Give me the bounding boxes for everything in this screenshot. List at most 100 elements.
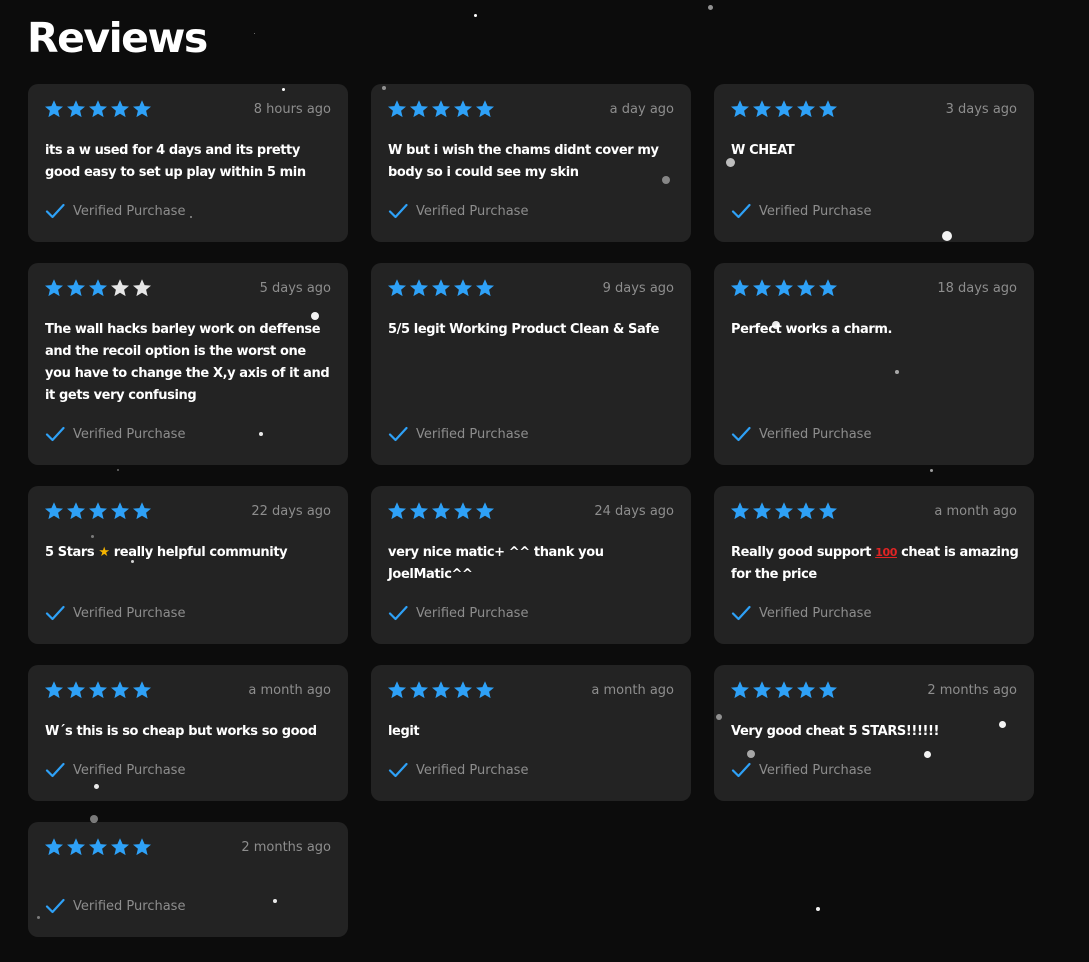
star-filled-icon: [797, 502, 815, 520]
star-rating: [730, 99, 838, 119]
star-filled-icon: [819, 681, 837, 699]
review-timestamp: 9 days ago: [602, 281, 674, 296]
star-filled-icon: [111, 681, 129, 699]
particle-dot: [716, 714, 722, 720]
particle-dot: [923, 750, 931, 758]
star-filled-icon: [111, 502, 129, 520]
star-filled-icon: [89, 502, 107, 520]
checkmark-icon: [45, 762, 65, 778]
star-rating: [387, 680, 495, 700]
star-rating: [387, 501, 495, 521]
star-filled-icon: [753, 279, 771, 297]
review-text: very nice matic+ ^^ thank you JoelMatic^…: [388, 545, 604, 582]
review-text: legit: [388, 724, 420, 739]
star-filled-icon: [111, 100, 129, 118]
star-filled-icon: [45, 502, 63, 520]
star-filled-icon: [454, 681, 472, 699]
star-rating: [387, 278, 495, 298]
star-rating: [44, 501, 152, 521]
checkmark-icon: [388, 203, 408, 219]
review-card: 8 hours ago its a w used for 4 days and i…: [28, 84, 348, 242]
particle-dot: [816, 907, 820, 911]
verified-purchase-badge: Verified Purchase: [45, 203, 185, 219]
star-filled-icon: [133, 681, 151, 699]
review-text: its a w used for 4 days and its pretty g…: [45, 143, 306, 180]
star-filled-icon: [67, 681, 85, 699]
checkmark-icon: [388, 605, 408, 621]
particle-dot: [707, 4, 713, 10]
verified-purchase-label: Verified Purchase: [416, 762, 529, 778]
star-filled-icon: [454, 279, 472, 297]
review-card: a month ago legit Verified Purchase: [371, 665, 691, 801]
verified-purchase-label: Verified Purchase: [416, 426, 529, 442]
particle-dot: [273, 899, 277, 903]
review-timestamp: 24 days ago: [594, 504, 674, 519]
review-timestamp: a month ago: [591, 683, 674, 698]
particle-dot: [662, 176, 670, 184]
review-card: 9 days ago 5/5 legit Working Product Clea…: [371, 263, 691, 465]
star-filled-icon: [89, 279, 107, 297]
verified-purchase-label: Verified Purchase: [416, 605, 529, 621]
verified-purchase-badge: Verified Purchase: [388, 426, 528, 442]
checkmark-icon: [45, 203, 65, 219]
star-filled-icon: [731, 681, 749, 699]
review-text: W´s this is so cheap but works so good: [45, 724, 317, 739]
review-timestamp: 3 days ago: [945, 102, 1017, 117]
review-card: 2 months ago Verified Purchase: [28, 822, 348, 937]
star-filled-icon: [432, 502, 450, 520]
star-rating: [44, 837, 152, 857]
star-filled-icon: [45, 100, 63, 118]
star-filled-icon: [432, 100, 450, 118]
star-filled-icon: [410, 100, 428, 118]
star-filled-icon: [819, 100, 837, 118]
verified-purchase-label: Verified Purchase: [759, 605, 872, 621]
particle-dot: [93, 783, 99, 789]
star-filled-icon: [476, 681, 494, 699]
review-card: 18 days ago Perfect works a charm. Verifie…: [714, 263, 1034, 465]
star-filled-icon: [410, 681, 428, 699]
star-filled-icon: [388, 502, 406, 520]
checkmark-icon: [388, 426, 408, 442]
star-emoji-icon: ★: [98, 545, 110, 560]
particle-dot: [259, 432, 263, 436]
star-filled-icon: [410, 502, 428, 520]
review-timestamp: a day ago: [609, 102, 674, 117]
star-filled-icon: [432, 681, 450, 699]
review-text: Really good support 100 cheat is amazing…: [731, 542, 1021, 586]
checkmark-icon: [45, 426, 65, 442]
checkmark-icon: [45, 898, 65, 914]
review-timestamp: 2 months ago: [241, 840, 331, 855]
page-title: Reviews: [27, 14, 208, 62]
star-filled-icon: [775, 279, 793, 297]
verified-purchase-badge: Verified Purchase: [45, 762, 185, 778]
verified-purchase-badge: Verified Purchase: [45, 605, 185, 621]
star-filled-icon: [731, 100, 749, 118]
review-card: 2 months ago Very good cheat 5 STARS!!!!!…: [714, 665, 1034, 801]
star-rating: [44, 680, 152, 700]
particle-dot: [942, 231, 952, 241]
star-filled-icon: [797, 100, 815, 118]
review-text-end: really helpful community: [109, 545, 288, 560]
verified-purchase-badge: Verified Purchase: [45, 426, 185, 442]
review-text: W CHEAT: [731, 143, 795, 158]
review-card: a month ago Really good support 100 cheat…: [714, 486, 1034, 644]
review-text-start: 5 Stars: [45, 545, 99, 560]
checkmark-icon: [45, 605, 65, 621]
star-filled-icon: [89, 100, 107, 118]
review-timestamp: 5 days ago: [259, 281, 331, 296]
star-filled-icon: [454, 502, 472, 520]
review-text: W but i wish the chams didnt cover my bo…: [388, 143, 659, 180]
particle-dot: [382, 86, 386, 90]
star-filled-icon: [388, 681, 406, 699]
review-timestamp: 18 days ago: [937, 281, 1017, 296]
star-filled-icon: [819, 502, 837, 520]
particle-dot: [473, 13, 477, 17]
particle-dot: [95, 393, 99, 397]
review-card: 22 days ago 5 Stars ★ really helpful comm…: [28, 486, 348, 644]
star-filled-icon: [67, 502, 85, 520]
verified-purchase-label: Verified Purchase: [759, 203, 872, 219]
verified-purchase-badge: Verified Purchase: [731, 426, 871, 442]
verified-purchase-badge: Verified Purchase: [388, 605, 528, 621]
hundred-points-emoji-icon: 100: [875, 546, 897, 559]
reviews-page: Reviews 8 hours ago its a w used for 4 da…: [0, 0, 1089, 962]
